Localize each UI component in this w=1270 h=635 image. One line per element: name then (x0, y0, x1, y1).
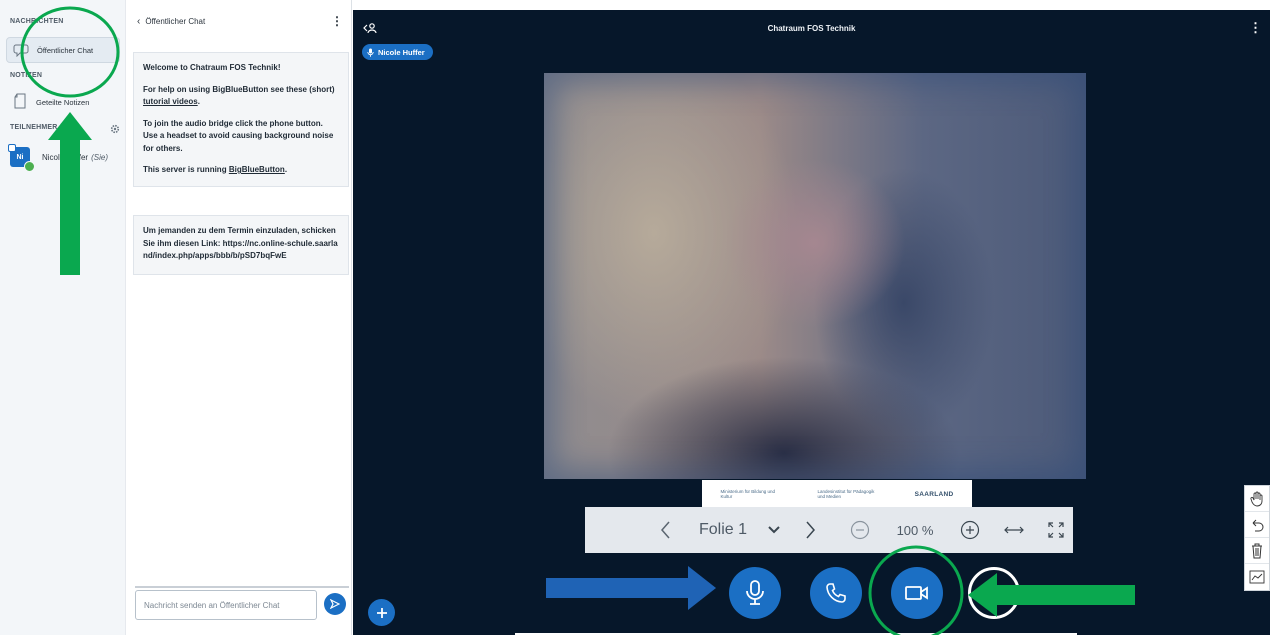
participant-name: Nicole Huffer (Sie) (42, 153, 108, 162)
notes-icon (14, 93, 26, 109)
send-button[interactable] (324, 593, 346, 615)
options-menu-icon[interactable]: ⋮ (1249, 20, 1262, 36)
presentation-slide: Ministerium für Bildung und Kultur Lande… (702, 480, 972, 508)
zoom-out-icon (850, 520, 870, 540)
undo-icon (1252, 519, 1264, 531)
slide-logo-ministry: Ministerium für Bildung und Kultur (720, 489, 776, 499)
chart-line-icon (1249, 570, 1265, 584)
chat-scrollbar[interactable] (135, 586, 349, 588)
participant-you-label: (Sie) (91, 152, 108, 162)
user-list-panel: NACHRICHTEN Öffentlicher Chat NOTIZEN Ge… (0, 0, 126, 635)
participant-row[interactable]: Ni Nicole Huffer (Sie) (8, 142, 122, 172)
chevron-down-icon[interactable] (763, 507, 785, 553)
slide-logo-saarland: SAARLAND (914, 490, 954, 498)
help-text-before: For help on using BigBlueButton see thes… (143, 84, 335, 94)
invite-message: Um jemanden zu dem Termin einzuladen, sc… (133, 215, 349, 275)
chevron-left-icon (661, 521, 670, 539)
send-icon (330, 599, 340, 609)
presentation-area: Chatraum FOS Technik ⋮ Nicole Huffer Min… (353, 10, 1270, 635)
invite-text: Um jemanden zu dem Termin einzuladen, sc… (143, 226, 338, 260)
fullscreen-button[interactable] (1041, 507, 1071, 553)
help-text-after: . (197, 97, 200, 106)
participants-section-title: TEILNEHMER (1) (10, 124, 69, 131)
previous-slide-button[interactable] (651, 507, 681, 553)
clear-button[interactable] (1245, 538, 1269, 564)
webcam-video[interactable] (544, 73, 1086, 479)
microphone-button[interactable] (729, 567, 781, 619)
actions-button[interactable] (368, 599, 395, 626)
phone-icon (826, 583, 846, 603)
whiteboard-toolbar (1244, 485, 1270, 591)
camera-icon (905, 586, 928, 600)
moderator-badge (8, 144, 16, 152)
help-text: For help on using BigBlueButton see thes… (143, 84, 339, 109)
chevron-right-icon (806, 521, 815, 539)
talking-indicator[interactable]: Nicole Huffer (362, 44, 433, 60)
avatar: Ni (8, 144, 35, 172)
presentation-toolbar: Folie 1 100 % (585, 507, 1073, 553)
shared-notes-item[interactable]: Geteilte Notizen (6, 89, 120, 115)
server-info-after: . (284, 165, 288, 174)
screenshare-button[interactable] (968, 567, 1020, 619)
slide-logo-institute: Landesinstitut für Pädagogik und Medien (817, 489, 875, 499)
welcome-title: Welcome to Chatraum FOS Technik! (143, 63, 281, 72)
fit-width-button[interactable] (999, 507, 1029, 553)
welcome-message: Welcome to Chatraum FOS Technik! For hel… (133, 52, 349, 187)
zoom-value: 100 % (896, 522, 934, 538)
room-title: Chatraum FOS Technik (767, 24, 856, 33)
public-chat-item[interactable]: Öffentlicher Chat (6, 37, 120, 63)
audio-hint: To join the audio bridge click the phone… (143, 118, 334, 153)
trash-icon (1252, 543, 1262, 558)
public-chat-label: Öffentlicher Chat (37, 45, 94, 55)
server-info-before: This server is running (143, 165, 229, 174)
messages-section-title: NACHRICHTEN (10, 18, 64, 25)
microphone-icon (746, 580, 764, 605)
zoom-in-button[interactable] (955, 507, 985, 553)
bigbluebutton-link[interactable]: BigBlueButton (229, 165, 285, 174)
audio-button[interactable] (810, 567, 862, 619)
microphone-small-icon (367, 48, 374, 57)
hand-icon (1250, 491, 1263, 506)
participant-name-text: Nicole Huffer (42, 152, 89, 162)
hand-tool-button[interactable] (1245, 486, 1269, 512)
talker-name: Nicole Huffer (378, 47, 425, 57)
zoom-out-button[interactable] (845, 507, 875, 553)
notes-section-title: NOTIZEN (10, 72, 43, 79)
fit-width-icon (1004, 526, 1024, 534)
zoom-in-icon (960, 520, 980, 540)
chevron-left-icon: ‹ (137, 16, 141, 27)
multi-user-button[interactable] (1245, 564, 1269, 590)
shared-notes-label: Geteilte Notizen (36, 97, 90, 107)
plus-icon (376, 607, 387, 618)
slide-selector[interactable]: Folie 1 (693, 507, 753, 553)
chat-message-input[interactable]: Nachricht senden an Öffentlicher Chat (135, 590, 317, 620)
tutorial-videos-link[interactable]: tutorial videos (143, 97, 198, 106)
avatar-initials: Ni (16, 153, 24, 161)
chat-options-icon[interactable]: ⋮ (331, 14, 343, 28)
camera-button[interactable] (891, 567, 943, 619)
screenshare-icon (993, 586, 1002, 600)
undo-button[interactable] (1245, 512, 1269, 538)
fullscreen-icon (1048, 522, 1064, 538)
chat-header[interactable]: ‹ Öffentlicher Chat (137, 16, 205, 27)
server-info: This server is running BigBlueButton. (143, 164, 339, 177)
chat-bubble-icon (13, 44, 29, 57)
gear-icon[interactable] (110, 124, 120, 134)
next-slide-button[interactable] (795, 507, 825, 553)
chat-title: Öffentlicher Chat (145, 17, 206, 26)
mic-status-icon (24, 161, 35, 172)
chat-panel: ‹ Öffentlicher Chat ⋮ Welcome to Chatrau… (127, 0, 352, 635)
